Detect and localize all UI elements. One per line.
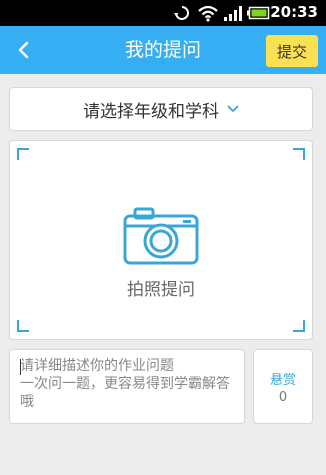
reward-title: 悬赏 [269,373,296,388]
back-arrow-icon [18,41,29,59]
photo-question-area[interactable]: 拍照提问 [9,140,313,340]
app-bar: 我的提问 提交 [0,26,326,74]
frame-corner-bottom-left [17,320,29,332]
sync-icon [174,6,189,20]
camera-icon [123,207,199,265]
wifi-icon [198,5,218,22]
reward-value: 0 [278,390,288,405]
battery-icon [247,6,270,20]
grade-subject-selector[interactable]: 请选择年级和学科 [9,87,313,131]
photo-question-label: 拍照提问 [127,280,195,300]
question-description-input[interactable]: 请详细描述你的作业问题 一次问一题，更容易得到学霸解答哦 [9,349,245,424]
status-bar: 20:33 [0,0,326,26]
description-placeholder: 请详细描述你的作业问题 一次问一题，更容易得到学霸解答哦 [20,358,230,410]
reward-button[interactable]: 悬赏 0 [253,349,313,424]
frame-corner-bottom-right [293,320,305,332]
text-cursor [20,359,21,375]
chevron-down-icon [227,105,239,113]
submit-button[interactable]: 提交 [266,35,318,67]
frame-corner-top-right [293,148,305,160]
page-title: 我的提问 [124,39,201,61]
content-area: 请选择年级和学科 拍照提问 请详细描述你的作业问题 一次问一题，更容易得到学霸解… [0,74,326,475]
frame-corner-top-left [17,148,29,160]
grade-subject-label: 请选择年级和学科 [83,101,219,122]
back-button[interactable] [6,32,42,68]
signal-icon [224,6,242,21]
status-time: 20:33 [270,3,318,21]
